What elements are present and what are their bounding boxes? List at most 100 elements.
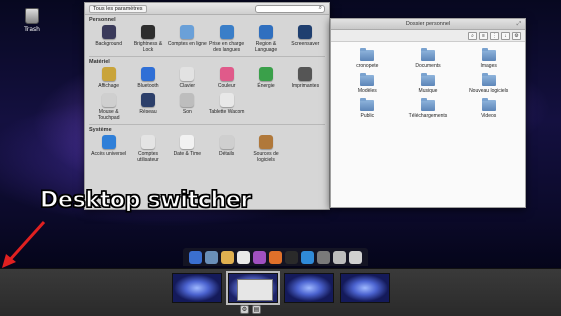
settings-item[interactable]: Réseau <box>128 93 167 121</box>
settings-item[interactable]: Date & Time <box>168 135 207 163</box>
desktop-switcher-bar: ⚙ ▤ <box>0 268 561 316</box>
folder-item[interactable]: Nouveau logiciels <box>458 73 519 94</box>
folder-item[interactable]: Musique <box>398 73 459 94</box>
workspace-thumbnail[interactable] <box>172 273 222 303</box>
workspace-thumbnail[interactable] <box>284 273 334 303</box>
system-prefs-icon[interactable] <box>317 250 330 264</box>
settings-icon[interactable]: ⚙ <box>240 305 249 314</box>
settings-item[interactable]: Region & Language <box>246 25 285 53</box>
workspace-thumbnail[interactable] <box>226 271 280 305</box>
trash-dock-icon[interactable] <box>349 250 362 264</box>
folder-icon <box>481 48 496 61</box>
search-icon[interactable]: ⌕ <box>468 31 477 40</box>
settings-item[interactable]: Brightness & Lock <box>128 25 167 53</box>
wacom-tablet-icon <box>219 93 234 107</box>
folder-label: Modèles <box>357 88 377 94</box>
trash-icon <box>25 8 39 24</box>
settings-item-label: Mouse & Touchpad <box>97 109 120 121</box>
finder-icon[interactable] <box>189 250 202 264</box>
language-flag-icon <box>219 25 234 39</box>
settings-item[interactable]: Affichage <box>89 67 128 89</box>
software-sources-icon <box>258 135 273 149</box>
settings-item-label: Bluetooth <box>137 83 159 89</box>
folder-item[interactable]: Documents <box>398 48 459 69</box>
calendar-icon[interactable] <box>237 250 250 264</box>
settings-item[interactable]: Comptes en ligne <box>168 25 207 53</box>
bluetooth-icon <box>140 67 155 81</box>
trash-label: Trash <box>24 26 40 33</box>
file-manager-window: Dossier personnel ⤢ ⌕ ≡ ⋮ ↓ ⚙ cronopete D… <box>330 18 526 208</box>
settings-item[interactable]: Énergie <box>246 67 285 89</box>
section-heading: Personnel <box>89 17 116 23</box>
settings-item-label: Comptes en ligne <box>167 41 207 47</box>
safari-icon[interactable] <box>301 250 314 264</box>
desktop-switcher-caption: Desktop switcher <box>39 187 252 213</box>
settings-item[interactable]: Bluetooth <box>128 67 167 89</box>
universal-access-icon <box>101 135 116 149</box>
settings-item[interactable]: Comptes utilisateur <box>128 135 167 163</box>
file-manager-toolbar: ⌕ ≡ ⋮ ↓ ⚙ <box>331 30 525 42</box>
settings-item-label: Détails <box>219 151 235 157</box>
color-wheel-icon <box>219 67 234 81</box>
expose-icon[interactable]: ▤ <box>252 305 261 314</box>
folder-item[interactable]: cronopete <box>337 48 398 69</box>
settings-item[interactable]: Imprimantes <box>286 67 325 89</box>
settings-item-label: Sources de logiciels <box>253 151 279 163</box>
settings-grid: Accès universel Comptes utilisateur Date &… <box>89 135 325 163</box>
settings-item-label: Comptes utilisateur <box>137 151 159 163</box>
workspace-thumbnail[interactable] <box>340 273 390 303</box>
dock <box>183 248 368 266</box>
settings-item[interactable]: Sources de logiciels <box>246 135 285 163</box>
settings-item[interactable]: Tablette Wacom <box>207 93 246 121</box>
settings-item[interactable]: Couleur <box>207 67 246 89</box>
folder-label: Images <box>480 63 497 69</box>
brightness-lock-icon <box>140 25 155 39</box>
desktop-trash[interactable]: Trash <box>18 8 46 33</box>
settings-item[interactable]: Prise en charge des langues <box>207 25 246 53</box>
settings-item-label: Brightness & Lock <box>133 41 163 53</box>
launcher-icon[interactable] <box>205 250 218 264</box>
settings-item[interactable]: Screensaver <box>286 25 325 53</box>
list-view-icon[interactable]: ≡ <box>479 31 488 40</box>
folder-icon <box>360 73 375 86</box>
mail-icon[interactable] <box>221 250 234 264</box>
itunes-icon[interactable] <box>253 250 266 264</box>
settings-search-input[interactable]: ⌕ <box>255 4 325 13</box>
background-icon <box>101 25 116 39</box>
settings-grid: Background Brightness & Lock Comptes en li… <box>89 25 325 53</box>
settings-item[interactable]: Mouse & Touchpad <box>89 93 128 121</box>
folder-icon <box>420 48 435 61</box>
folder-item[interactable]: Modèles <box>337 73 398 94</box>
settings-item[interactable]: Son <box>168 93 207 121</box>
settings-item[interactable]: Clavier <box>168 67 207 89</box>
folder-item[interactable]: Téléchargements <box>398 98 459 119</box>
settings-item-label: Date & Time <box>173 151 202 157</box>
users-icon <box>140 135 155 149</box>
folder-item[interactable]: Images <box>458 48 519 69</box>
settings-item[interactable]: Background <box>89 25 128 53</box>
folder-item[interactable]: Videos <box>458 98 519 119</box>
settings-item[interactable]: Accès universel <box>89 135 128 163</box>
terminal-icon[interactable] <box>285 250 298 264</box>
settings-section: Matériel Affichage Bluetooth Clavier Couleur… <box>85 57 329 121</box>
all-settings-button[interactable]: Tous les paramètres <box>89 4 147 13</box>
settings-item-label: Couleur <box>217 83 236 89</box>
section-heading: Matériel <box>89 59 110 65</box>
display-icon <box>101 67 116 81</box>
folder-label: Public <box>360 113 375 119</box>
folder-label: Nouveau logiciels <box>469 88 509 94</box>
red-arrow-icon <box>2 220 46 268</box>
grid-view-icon[interactable]: ⋮ <box>490 31 499 40</box>
settings-item-label: Region & Language <box>254 41 278 53</box>
folder-label: cronopete <box>356 63 379 69</box>
screensaver-icon <box>298 25 313 39</box>
folder-item[interactable]: Public <box>337 98 398 119</box>
download-icon[interactable]: ↓ <box>501 31 510 40</box>
clock-icon <box>180 135 195 149</box>
settings-icon[interactable]: ⚙ <box>512 31 521 40</box>
firefox-icon[interactable] <box>269 250 282 264</box>
settings-item[interactable]: Détails <box>207 135 246 163</box>
close-icon[interactable]: ⤢ <box>517 19 521 30</box>
folder-label: Musique <box>418 88 438 94</box>
disk-utility-icon[interactable] <box>333 250 346 264</box>
